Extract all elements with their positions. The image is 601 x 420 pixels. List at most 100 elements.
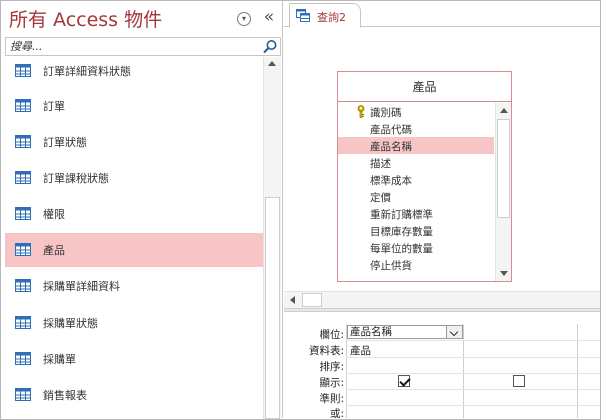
- field-item[interactable]: 目標庫存數量: [338, 222, 494, 239]
- nav-item-table[interactable]: 採購單狀態: [5, 306, 263, 340]
- table-field-list[interactable]: 產品 識別碼 產品代碼 產品名稱 描述 標準成本 定價 重新訂購標準 目標庫存數…: [337, 71, 512, 282]
- table-icon: [15, 279, 31, 292]
- pane-splitter[interactable]: [284, 308, 600, 312]
- tab-query2[interactable]: 查詢2: [289, 3, 361, 28]
- grid-line: [577, 324, 578, 418]
- row-label-show: 顯示:: [319, 377, 344, 389]
- field-label: 標準成本: [370, 175, 412, 187]
- field-item[interactable]: 停止供貨: [338, 256, 494, 273]
- nav-item-label: 訂單課稅狀態: [43, 172, 109, 185]
- scroll-up-arrow-icon[interactable]: [500, 108, 508, 113]
- show-checkbox[interactable]: [513, 375, 525, 387]
- document-area: 查詢2 產品 識別碼 產品代碼 產品名稱 描述 標準成本 定價 重新訂購標準 目…: [284, 1, 600, 418]
- nav-item-label: 採購單: [43, 353, 76, 366]
- table-icon: [15, 316, 31, 329]
- search-input[interactable]: [6, 38, 258, 55]
- nav-item-label: 產品: [43, 244, 65, 257]
- field-label: 產品代碼: [370, 124, 412, 136]
- nav-item-label: 採購單狀態: [43, 317, 98, 330]
- nav-item-label: 銷售報表: [43, 389, 87, 402]
- design-horizontal-scrollbar[interactable]: [284, 291, 600, 308]
- query-icon: [296, 9, 310, 22]
- field-item[interactable]: 產品代碼: [338, 120, 494, 137]
- primary-key-icon: [357, 105, 365, 118]
- nav-item-table[interactable]: 訂單狀態: [5, 125, 263, 159]
- grid-line: [463, 324, 464, 418]
- table-icon: [15, 64, 31, 77]
- table-icon: [15, 207, 31, 220]
- field-select-dropdown[interactable]: 產品名稱: [347, 325, 463, 339]
- query-design-pane[interactable]: 產品 識別碼 產品代碼 產品名稱 描述 標準成本 定價 重新訂購標準 目標庫存數…: [284, 28, 600, 291]
- nav-item-table-selected[interactable]: 產品: [5, 233, 263, 267]
- nav-scrollbar[interactable]: [263, 57, 281, 419]
- field-label: 目標庫存數量: [370, 226, 433, 238]
- row-label-sort: 排序:: [319, 361, 344, 373]
- scroll-up-arrow-icon[interactable]: [268, 61, 276, 66]
- search-icon[interactable]: [262, 39, 278, 54]
- field-select-value: 產品名稱: [350, 326, 392, 338]
- nav-object-list: 訂單詳細資料狀態 訂單 訂單狀態 訂單課稅狀態 權限 產品 採購單詳細資料 採購…: [5, 57, 263, 419]
- field-label: 定價: [370, 192, 391, 204]
- table-icon: [15, 99, 31, 112]
- nav-item-table[interactable]: 訂單詳細資料狀態: [5, 57, 263, 88]
- nav-item-label: 採購單詳細資料: [43, 280, 120, 293]
- show-checkbox-checked[interactable]: [398, 375, 410, 387]
- field-label: 停止供貨: [370, 260, 412, 272]
- nav-scroll-thumb[interactable]: [265, 197, 280, 419]
- double-chevron-left-icon[interactable]: «: [261, 7, 277, 27]
- scroll-left-arrow-icon[interactable]: [290, 296, 295, 304]
- field-item[interactable]: 標準成本: [338, 171, 494, 188]
- query-design-grid: 欄位: 資料表: 排序: 顯示: 準則: 或: 產品名稱 產品: [284, 313, 600, 418]
- grid-line: [346, 357, 600, 358]
- field-label: 重新訂購標準: [370, 209, 433, 221]
- field-list-scrollbar[interactable]: [495, 103, 511, 281]
- row-label-criteria: 準則:: [319, 393, 344, 405]
- table-cell-value[interactable]: 產品: [350, 343, 371, 358]
- nav-item-label: 訂單詳細資料狀態: [43, 65, 131, 78]
- row-label-table: 資料表:: [308, 345, 344, 357]
- nav-item-table[interactable]: 採購單詳細資料: [5, 269, 263, 303]
- field-item[interactable]: 每單位的數量: [338, 239, 494, 256]
- chevron-down-circle-icon[interactable]: ▾: [237, 12, 251, 26]
- table-icon: [15, 243, 31, 256]
- nav-item-table[interactable]: 銷售報表: [5, 378, 263, 412]
- scroll-down-arrow-icon[interactable]: [500, 271, 508, 276]
- field-list: 識別碼 產品代碼 產品名稱 描述 標準成本 定價 重新訂購標準 目標庫存數量 每…: [338, 103, 494, 281]
- table-icon: [15, 388, 31, 401]
- nav-item-label: 訂單: [43, 100, 65, 113]
- field-label: 每單位的數量: [370, 243, 433, 255]
- field-label: 產品名稱: [370, 141, 412, 153]
- nav-item-table[interactable]: 訂單課稅狀態: [5, 161, 263, 195]
- field-label: 識別碼: [370, 107, 402, 119]
- field-item[interactable]: 重新訂購標準: [338, 205, 494, 222]
- field-item[interactable]: 定價: [338, 188, 494, 205]
- table-field-list-title[interactable]: 產品: [338, 72, 511, 102]
- table-icon: [15, 352, 31, 365]
- grid-line: [346, 405, 600, 406]
- nav-item-table[interactable]: 採購單: [5, 342, 263, 376]
- field-item-selected[interactable]: 產品名稱: [338, 137, 494, 154]
- field-item-key[interactable]: 識別碼: [338, 103, 494, 120]
- grid-line: [346, 340, 600, 341]
- document-tab-strip: 查詢2: [284, 1, 600, 28]
- field-list-scroll-thumb[interactable]: [497, 119, 510, 218]
- grid-line: [346, 373, 600, 374]
- search-box: [5, 37, 281, 56]
- navigation-pane: 所有 Access 物件 ▾ « 訂單詳細資料狀態 訂單 訂單狀態 訂單課稅狀態: [1, 1, 283, 419]
- chevron-down-icon[interactable]: [446, 326, 462, 338]
- horizontal-scroll-thumb[interactable]: [302, 293, 322, 307]
- nav-title[interactable]: 所有 Access 物件: [9, 5, 162, 32]
- nav-item-label: 權限: [43, 208, 65, 221]
- tab-label: 查詢2: [317, 11, 346, 24]
- grid-line: [346, 389, 600, 390]
- nav-item-table[interactable]: 訂單: [5, 89, 263, 123]
- field-label: 描述: [370, 158, 391, 170]
- nav-item-label: 訂單狀態: [43, 136, 87, 149]
- row-label-or: 或:: [329, 408, 344, 418]
- table-icon: [15, 171, 31, 184]
- nav-header: 所有 Access 物件 ▾ «: [1, 1, 283, 37]
- nav-item-table[interactable]: 權限: [5, 197, 263, 231]
- field-item[interactable]: 描述: [338, 154, 494, 171]
- table-icon: [15, 135, 31, 148]
- row-label-field: 欄位:: [319, 329, 344, 341]
